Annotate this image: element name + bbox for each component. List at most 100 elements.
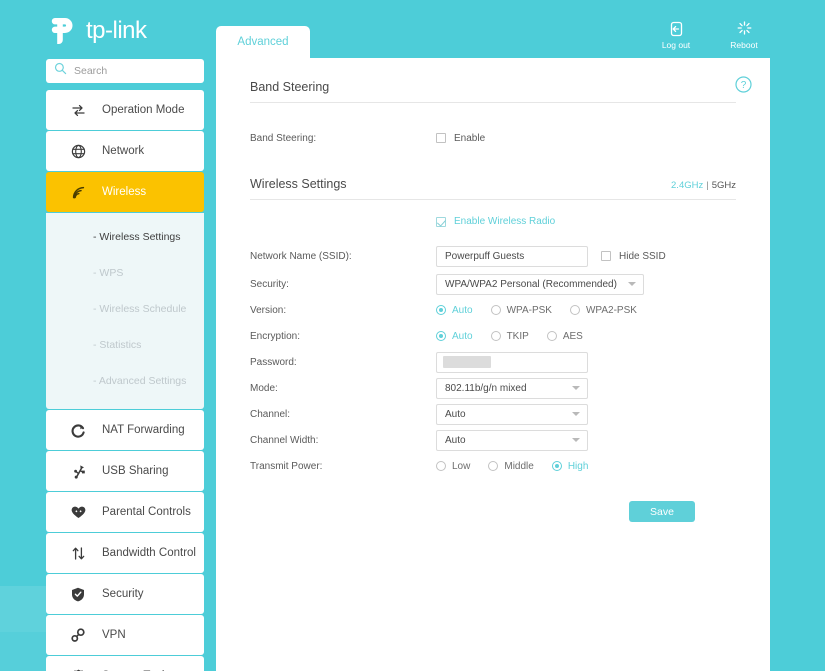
save-button[interactable]: Save [629,501,695,522]
link-chain-icon [68,627,88,643]
help-question-icon[interactable]: ? [735,76,752,98]
transmit-power-radio-middle[interactable] [488,461,499,471]
up-down-arrows-icon [68,546,88,561]
wireless-settings-title: Wireless Settings [250,177,347,191]
sidebar-item-usb-sharing-label: USB Sharing [102,465,169,477]
password-redacted-value [443,356,491,368]
enable-wireless-radio-label: Enable Wireless Radio [454,216,556,227]
sidebar-item-wireless-label: Wireless [102,186,147,198]
reboot-button[interactable]: Reboot [723,18,765,50]
transmit-power-option-middle-label: Middle [504,460,534,472]
encryption-option-auto[interactable]: Auto [436,331,473,342]
encryption-option-tkip[interactable]: TKIP [490,330,529,342]
version-option-wpa2-psk[interactable]: WPA2-PSK [569,305,637,316]
version-row: Version: Auto WPA-PSK WPA2-PSK [250,297,736,323]
security-row: Security: WPA/WPA2 Personal (Recommended… [250,271,736,297]
password-input[interactable] [436,351,588,373]
channel-label: Channel: [250,408,291,420]
channel-row: Channel: Auto [250,401,736,427]
version-option-wpa-psk-label: WPA-PSK [506,304,552,316]
encryption-option-aes[interactable]: AES [546,331,583,342]
sidebar-item-operation-mode[interactable]: Operation Mode [46,90,204,130]
encryption-radio-aes[interactable] [546,331,557,341]
hide-ssid-checkbox[interactable] [601,251,611,261]
version-option-auto-label: Auto [452,304,473,316]
hide-ssid-label: Hide SSID [619,250,666,262]
heart-icon [68,505,88,519]
search-input[interactable] [74,65,184,77]
sidebar-subitem-wireless-settings-label: - Wireless Settings [93,231,181,243]
transmit-power-option-low[interactable]: Low [436,461,470,472]
sidebar-subitem-wps[interactable]: - WPS [46,255,204,291]
version-option-auto[interactable]: Auto [436,305,473,316]
password-label: Password: [250,356,297,368]
transmit-power-option-middle[interactable]: Middle [488,460,534,472]
sidebar-item-nat-forwarding-label: NAT Forwarding [102,424,185,436]
tab-advanced[interactable]: Advanced [216,26,310,58]
transmit-power-option-high[interactable]: High [551,460,589,472]
sidebar-subitem-wireless-settings[interactable]: - Wireless Settings [46,219,204,255]
version-radio-auto[interactable] [436,305,446,315]
security-select[interactable]: WPA/WPA2 Personal (Recommended) [436,273,644,295]
sidebar-item-wireless[interactable]: Wireless [46,172,204,212]
sidebar-item-bandwidth-control[interactable]: Bandwidth Control [46,533,204,573]
transmit-power-radio-high[interactable] [551,461,562,471]
usb-icon [68,464,88,479]
reboot-icon [736,21,753,37]
sidebar-item-security[interactable]: Security [46,574,204,614]
sidebar-submenu-wireless: - Wireless Settings - WPS - Wireless Sch… [46,213,204,409]
enable-wireless-radio-checkbox[interactable] [436,216,446,227]
encryption-option-tkip-label: TKIP [506,330,529,342]
sidebar-item-parental-controls[interactable]: Parental Controls [46,492,204,532]
transmit-power-radio-group: Low Middle High [436,461,606,472]
search-box[interactable] [46,59,204,83]
ssid-input[interactable] [436,245,588,267]
version-radio-group: Auto WPA-PSK WPA2-PSK [436,305,655,316]
encryption-radio-auto[interactable] [436,331,446,341]
sidebar-subitem-statistics-label: - Statistics [93,339,142,351]
security-select-value: WPA/WPA2 Personal (Recommended) [445,278,617,290]
sidebar-item-network[interactable]: Network [46,131,204,171]
transmit-power-radio-low[interactable] [436,461,446,471]
sidebar-item-usb-sharing[interactable]: USB Sharing [46,451,204,491]
band-steering-section-header: Band Steering ? [250,58,752,103]
transmit-power-row: Transmit Power: Low Middle High [250,453,736,479]
router-admin-page: tp-link Log out Reboot Advanced Search O… [0,0,825,671]
version-option-wpa-psk[interactable]: WPA-PSK [490,304,552,316]
brand-logo: tp-link [46,10,206,52]
logout-button[interactable]: Log out [655,18,697,50]
sidebar-item-nat-forwarding[interactable]: NAT Forwarding [46,410,204,450]
channel-width-select-value: Auto [445,434,466,446]
tab-advanced-label: Advanced [237,36,289,48]
sidebar-item-security-label: Security [102,588,144,600]
channel-select[interactable]: Auto [436,403,588,425]
sidebar-item-system-tools[interactable]: System Tools [46,656,204,671]
nat-forwarding-icon [68,423,88,438]
sidebar: Operation Mode Network [46,59,204,671]
channel-width-select[interactable]: Auto [436,429,588,451]
version-radio-wpa2-psk[interactable] [569,305,580,315]
sidebar-subitem-statistics[interactable]: - Statistics [46,327,204,363]
top-actions: Log out Reboot [655,18,765,50]
operation-mode-icon [68,103,88,118]
sidebar-subitem-wps-label: - WPS [93,267,124,279]
encryption-radio-tkip[interactable] [490,331,501,341]
hide-ssid-group: Hide SSID [601,251,666,262]
sidebar-item-vpn[interactable]: VPN [46,615,204,655]
channel-width-row: Channel Width: Auto [250,427,736,453]
logout-label: Log out [661,40,691,50]
band-24ghz-link[interactable]: 2.4GHz [671,180,703,191]
mode-select[interactable]: 802.11b/g/n mixed [436,377,588,399]
wireless-settings-section-header: Wireless Settings 2.4GHz | 5GHz [250,151,736,200]
transmit-power-option-high-label: High [567,460,589,472]
sidebar-subitem-advanced-settings[interactable]: - Advanced Settings [46,363,204,399]
chevron-down-icon [572,438,580,442]
ssid-label: Network Name (SSID): [250,250,352,262]
band-5ghz-link[interactable]: 5GHz [712,180,736,191]
band-steering-enable-checkbox[interactable] [436,133,446,143]
version-radio-wpa-psk[interactable] [490,305,501,315]
chevron-down-icon [628,282,636,286]
svg-text:?: ? [741,80,747,91]
sidebar-subitem-wireless-schedule[interactable]: - Wireless Schedule [46,291,204,327]
band-steering-row: Band Steering: Enable [250,125,736,151]
